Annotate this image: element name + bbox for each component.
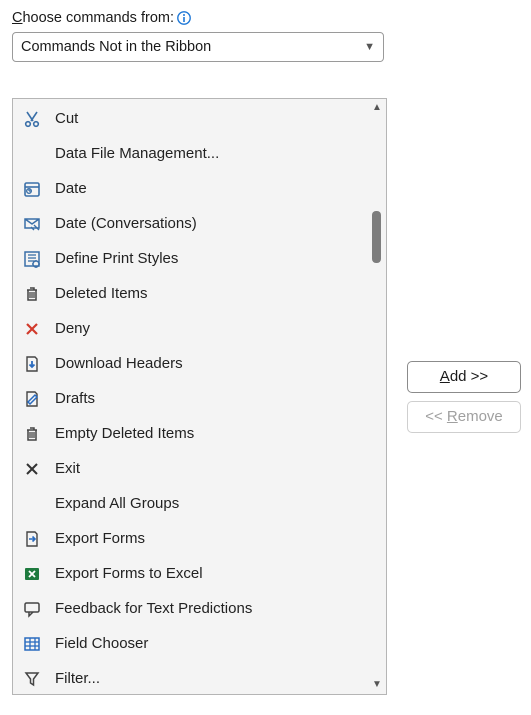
list-item-label: Empty Deleted Items [55, 425, 194, 442]
list-item[interactable]: Field Chooser [13, 626, 368, 661]
filter-icon [21, 668, 43, 690]
list-item[interactable]: Exit [13, 451, 368, 486]
list-item[interactable]: Export Forms [13, 521, 368, 556]
list-item-label: Data File Management... [55, 145, 219, 162]
no-icon [21, 493, 43, 515]
scroll-down-arrow-icon[interactable]: ▼ [372, 680, 382, 690]
download-icon [21, 353, 43, 375]
list-item-label: Export Forms to Excel [55, 565, 203, 582]
commands-source-dropdown[interactable]: Commands Not in the Ribbon ▼ [12, 32, 384, 62]
list-item[interactable]: Export Forms to Excel [13, 556, 368, 591]
list-item-label: Download Headers [55, 355, 183, 372]
list-item[interactable]: Empty Deleted Items [13, 416, 368, 451]
scroll-thumb[interactable] [372, 211, 381, 263]
list-item-label: Expand All Groups [55, 495, 179, 512]
remove-button: << Remove [407, 401, 521, 433]
list-item-label: Deny [55, 320, 90, 337]
date-conv-icon [21, 213, 43, 235]
info-icon[interactable] [176, 10, 192, 26]
commands-listbox[interactable]: Cut Data File Management... Date Date (Conv… [12, 98, 387, 695]
list-item[interactable]: Feedback for Text Predictions [13, 591, 368, 626]
list-item-label: Date (Conversations) [55, 215, 197, 232]
list-item-label: Feedback for Text Predictions [55, 600, 252, 617]
drafts-icon [21, 388, 43, 410]
list-item-label: Define Print Styles [55, 250, 178, 267]
list-item-label: Cut [55, 110, 78, 127]
list-item[interactable]: Deleted Items [13, 276, 368, 311]
dropdown-value: Commands Not in the Ribbon [21, 39, 211, 55]
choose-commands-label: Choose commands from: [12, 10, 521, 26]
print-styles-icon [21, 248, 43, 270]
list-item[interactable]: Define Print Styles [13, 241, 368, 276]
list-item[interactable]: Download Headers [13, 346, 368, 381]
list-item-label: Drafts [55, 390, 95, 407]
list-item[interactable]: Date (Conversations) [13, 206, 368, 241]
trash-icon [21, 283, 43, 305]
exit-icon [21, 458, 43, 480]
deny-icon [21, 318, 43, 340]
scroll-up-arrow-icon[interactable]: ▲ [372, 103, 382, 113]
list-item[interactable]: Date [13, 171, 368, 206]
list-item-label: Exit [55, 460, 80, 477]
list-item-label: Field Chooser [55, 635, 148, 652]
list-item-label: Date [55, 180, 87, 197]
list-item[interactable]: Cut [13, 101, 368, 136]
date-icon [21, 178, 43, 200]
export-icon [21, 528, 43, 550]
list-item[interactable]: Expand All Groups [13, 486, 368, 521]
list-item[interactable]: Data File Management... [13, 136, 368, 171]
chevron-down-icon: ▼ [364, 41, 375, 53]
list-item-label: Export Forms [55, 530, 145, 547]
list-item-label: Filter... [55, 670, 100, 687]
field-chooser-icon [21, 633, 43, 655]
list-item[interactable]: Deny [13, 311, 368, 346]
list-item[interactable]: Filter... [13, 661, 368, 694]
trash-icon [21, 423, 43, 445]
excel-icon [21, 563, 43, 585]
scrollbar[interactable]: ▲ ▼ [368, 99, 386, 694]
cut-icon [21, 108, 43, 130]
list-item[interactable]: Drafts [13, 381, 368, 416]
list-item-label: Deleted Items [55, 285, 148, 302]
feedback-icon [21, 598, 43, 620]
add-button[interactable]: Add >> [407, 361, 521, 393]
no-icon [21, 143, 43, 165]
